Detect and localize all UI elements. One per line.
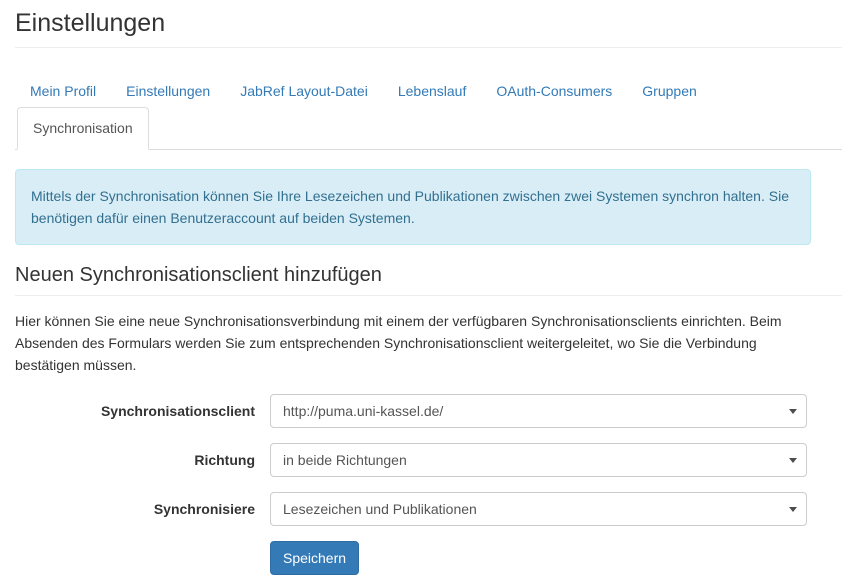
tab-strip: Synchronisation [15, 105, 842, 150]
add-sync-client-form: Synchronisationsclient http://puma.uni-k… [15, 394, 842, 576]
settings-nav: Mein Profil Einstellungen JabRef Layout-… [15, 65, 842, 101]
nav-item[interactable]: OAuth-Consumers [481, 81, 627, 101]
nav-link-oauth-consumers[interactable]: OAuth-Consumers [481, 81, 627, 101]
save-button[interactable]: Speichern [270, 541, 360, 576]
select-wrap-sync-scope: Lesezeichen und Publikationen [270, 492, 807, 527]
nav-link-einstellungen[interactable]: Einstellungen [111, 81, 225, 101]
label-direction: Richtung [194, 452, 255, 469]
settings-page: Einstellungen Mein Profil Einstellungen … [0, 9, 857, 582]
nav-link-lebenslauf[interactable]: Lebenslauf [383, 81, 482, 101]
page-title: Einstellungen [15, 9, 842, 48]
select-sync-scope[interactable]: Lesezeichen und Publikationen [270, 492, 807, 527]
nav-link-jabref-layout-datei[interactable]: JabRef Layout-Datei [225, 81, 383, 101]
nav-link-gruppen[interactable]: Gruppen [627, 81, 711, 101]
label-sync-scope: Synchronisiere [153, 501, 255, 518]
nav-item[interactable]: Mein Profil [15, 81, 111, 101]
section-intro-text: Hier können Sie eine neue Synchronisatio… [15, 313, 782, 373]
form-actions: Speichern [15, 541, 842, 576]
select-wrap-sync-client: http://puma.uni-kassel.de/ [270, 394, 807, 429]
nav-item[interactable]: JabRef Layout-Datei [225, 81, 383, 101]
form-row-sync-scope: Synchronisiere Lesezeichen und Publikati… [15, 492, 842, 527]
nav-item[interactable]: Lebenslauf [383, 81, 482, 101]
info-alert: Mittels der Synchronisation können Sie I… [15, 168, 811, 246]
form-row-direction: Richtung in beide Richtungen [15, 443, 842, 478]
tab-synchronisation[interactable]: Synchronisation [17, 106, 149, 150]
form-row-sync-client: Synchronisationsclient http://puma.uni-k… [15, 394, 842, 429]
label-sync-client: Synchronisationsclient [100, 403, 255, 420]
select-wrap-direction: in beide Richtungen [270, 443, 807, 478]
nav-item[interactable]: Gruppen [627, 81, 711, 101]
select-direction[interactable]: in beide Richtungen [270, 443, 807, 478]
nav-link-mein-profil[interactable]: Mein Profil [15, 81, 111, 101]
select-sync-client[interactable]: http://puma.uni-kassel.de/ [270, 394, 807, 429]
section-title: Neuen Synchronisationsclient hinzufügen [15, 264, 842, 297]
nav-item[interactable]: Einstellungen [111, 81, 225, 101]
form-actions-spacer [15, 541, 270, 575]
